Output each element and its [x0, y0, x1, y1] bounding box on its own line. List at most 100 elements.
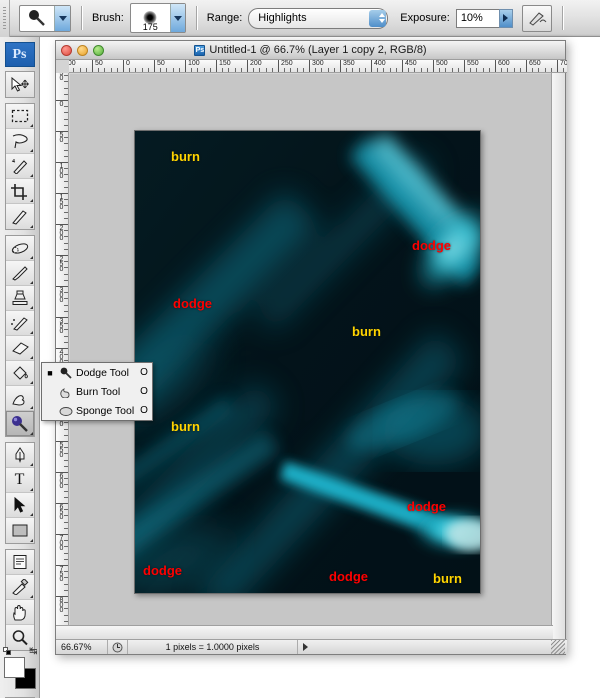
tool-picker-arrow[interactable] [54, 6, 70, 31]
horizontal-scrollbar[interactable] [56, 625, 553, 639]
hand-tool[interactable] [6, 600, 34, 625]
shape-tool[interactable] [6, 518, 34, 543]
brush-picker-arrow[interactable] [170, 4, 185, 32]
ruler-minor-tick [73, 68, 74, 73]
flyout-item-sponge[interactable]: Sponge Tool O [42, 401, 152, 420]
options-bar-grip[interactable] [0, 0, 10, 37]
ruler-minor-tick [64, 119, 69, 120]
ruler-label: 250 [57, 256, 65, 271]
artwork-label: burn [352, 324, 381, 339]
ruler-minor-tick [64, 205, 69, 206]
vertical-ruler[interactable]: 5005010015020025030035040045050055060065… [56, 73, 69, 643]
artwork-label: dodge [329, 569, 368, 584]
photoshop-logo: Ps [5, 42, 35, 67]
zoom-level-field[interactable]: 66.67% [56, 640, 108, 654]
default-colors-icon[interactable] [3, 647, 12, 656]
exposure-popup-arrow[interactable] [499, 9, 513, 28]
ruler-minor-tick [64, 267, 69, 268]
flyout-item-burn[interactable]: Burn Tool O [42, 382, 152, 401]
ruler-label: 100 [57, 163, 65, 178]
ruler-minor-tick [64, 435, 69, 436]
ruler-minor-tick [359, 68, 360, 73]
brush-preset-picker[interactable]: 175 [130, 3, 186, 33]
healing-brush-tool[interactable] [6, 236, 34, 261]
magic-wand-tool[interactable] [6, 154, 34, 179]
ruler-minor-tick [290, 68, 291, 73]
window-resize-grip[interactable] [551, 640, 565, 654]
ruler-minor-tick [64, 174, 69, 175]
ruler-minor-tick [64, 261, 69, 262]
ruler-label: 200 [57, 225, 65, 240]
active-tool-picker[interactable] [19, 5, 71, 32]
ruler-minor-tick [64, 515, 69, 516]
horizontal-ruler[interactable]: 1005005010015020025030035040045050055060… [69, 60, 567, 73]
ruler-minor-tick [241, 68, 242, 73]
ruler-label: 500 [434, 60, 448, 68]
document-title: Ps Untitled-1 @ 66.7% (Layer 1 copy 2, R… [56, 44, 565, 56]
document-icon: Ps [194, 45, 205, 56]
ruler-minor-tick [253, 68, 254, 73]
dodge-tool[interactable] [6, 411, 34, 436]
ruler-minor-tick [64, 187, 69, 188]
ruler-minor-tick [64, 311, 69, 312]
ruler-minor-tick [64, 212, 69, 213]
marquee-tool[interactable] [6, 104, 34, 129]
ruler-minor-tick [64, 336, 69, 337]
ruler-minor-tick [160, 68, 161, 73]
canvas-scroll-area[interactable]: burn dodge dodge burn burn dodge dodge d… [70, 74, 553, 643]
artwork-label: burn [171, 149, 200, 164]
ruler-minor-tick [191, 68, 192, 73]
notes-tool[interactable] [6, 550, 34, 575]
crop-tool[interactable] [6, 179, 34, 204]
ruler-minor-tick [64, 236, 69, 237]
range-stepper-icon[interactable] [369, 10, 386, 27]
range-select[interactable]: Highlights [248, 8, 388, 29]
ruler-minor-tick [64, 298, 69, 299]
tool-group-vector-type: T [5, 442, 35, 544]
history-brush-tool[interactable] [6, 311, 34, 336]
ruler-label: 400 [372, 60, 386, 68]
ruler-minor-tick [111, 68, 112, 73]
type-tool[interactable]: T [6, 468, 34, 493]
path-selection-tool[interactable] [6, 493, 34, 518]
smudge-finger-icon [10, 390, 30, 406]
dodge-tool-flyout-menu[interactable]: ■ Dodge Tool O Burn Tool O Sponge Tool O [41, 362, 153, 421]
slice-tool[interactable] [6, 204, 34, 229]
move-tool[interactable] [6, 72, 34, 97]
ruler-minor-tick [64, 354, 69, 355]
eyedropper-tool[interactable] [6, 575, 34, 600]
color-swatches[interactable]: ↹ [4, 657, 36, 689]
brush-tool[interactable] [6, 261, 34, 286]
pen-tool[interactable] [6, 443, 34, 468]
ruler-minor-tick [64, 528, 69, 529]
ruler-minor-tick [64, 75, 69, 76]
ruler-label: 700 [57, 535, 65, 550]
ruler-label: 350 [341, 60, 355, 68]
status-menu-arrow[interactable] [298, 640, 312, 654]
swap-colors-icon[interactable]: ↹ [29, 646, 37, 657]
ruler-minor-tick [383, 68, 384, 73]
lasso-tool[interactable] [6, 129, 34, 154]
document-titlebar[interactable]: Ps Untitled-1 @ 66.7% (Layer 1 copy 2, R… [56, 41, 565, 60]
ruler-label: 600 [496, 60, 510, 68]
ruler-label: 100 [69, 60, 76, 68]
airbrush-toggle-button[interactable] [522, 5, 552, 32]
flyout-item-dodge[interactable]: ■ Dodge Tool O [42, 363, 152, 382]
ruler-minor-tick [272, 68, 273, 73]
document-statusbar: 66.67% 1 pixels = 1.0000 pixels [56, 639, 567, 654]
gradient-tool[interactable] [6, 361, 34, 386]
artboard[interactable]: burn dodge dodge burn burn dodge dodge d… [134, 130, 481, 594]
ruler-minor-tick [64, 81, 69, 82]
ruler-minor-tick [64, 546, 69, 547]
ruler-minor-tick [64, 571, 69, 572]
eraser-tool[interactable] [6, 336, 34, 361]
tool-group-selection [5, 103, 35, 230]
vertical-scrollbar[interactable] [551, 73, 565, 643]
exposure-input[interactable]: 10% [456, 9, 500, 28]
ruler-minor-tick [64, 522, 69, 523]
flyout-shortcut: O [136, 405, 152, 416]
blur-tool[interactable] [6, 386, 34, 411]
foreground-color-swatch[interactable] [4, 657, 25, 678]
clone-stamp-tool[interactable] [6, 286, 34, 311]
healing-brush-icon [10, 241, 30, 256]
